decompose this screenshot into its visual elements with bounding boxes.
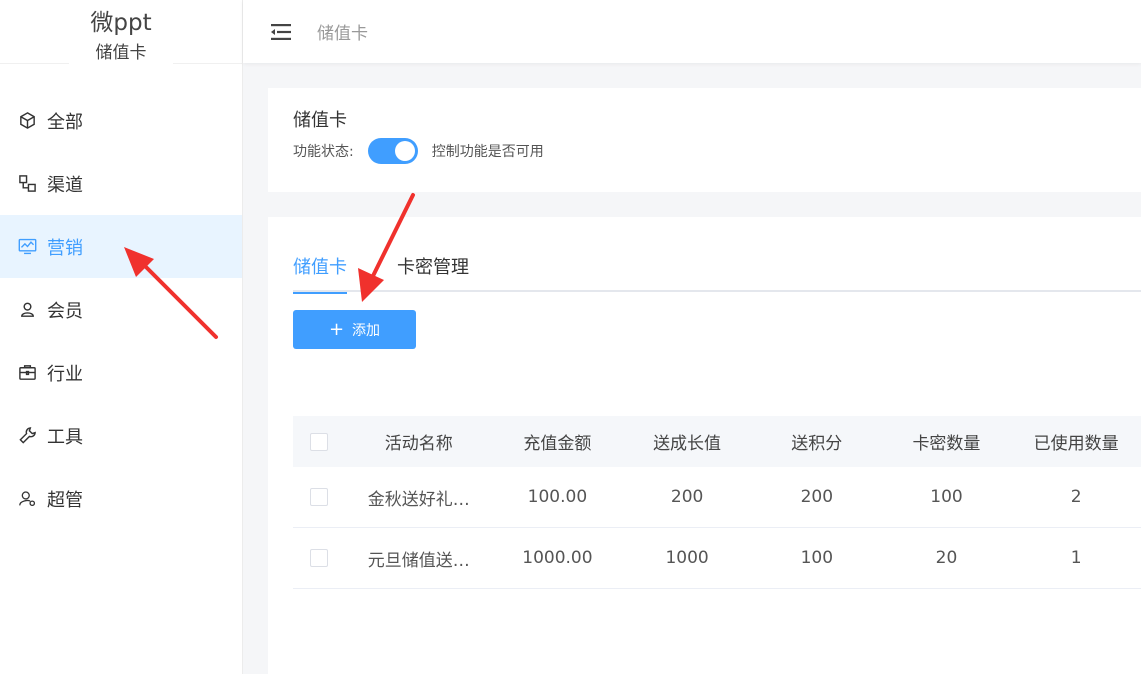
sidebar: 微ppt 储值卡 全部 渠道 营销 会员 行业 工具 超管 [0,0,243,674]
main-card: 储值卡 卡密管理 + 添加 活动名称 充值金额 送成长值 送积分 卡密数量 已使… [268,217,1141,674]
plus-icon: + [328,318,345,340]
sidebar-item-channel[interactable]: 渠道 [0,152,242,215]
status-label: 功能状态: [293,144,354,160]
column-header: 活动名称 [384,434,453,454]
sidebar-item-tools[interactable]: 工具 [0,404,242,467]
menu-fold-icon[interactable] [270,21,292,43]
table-cell: 1000.00 [522,548,593,568]
table-cell: 1000 [665,548,709,568]
feature-title: 储值卡 [293,110,347,131]
cards-table: 活动名称 充值金额 送成长值 送积分 卡密数量 已使用数量 金秋送好礼… 100… [293,416,1141,589]
sidebar-item-label: 渠道 [47,174,83,196]
admin-user-icon [17,489,37,509]
app-name: 微ppt [90,10,152,36]
table-cell: 100 [800,548,834,568]
brand: 微ppt 储值卡 [0,0,242,64]
sidebar-item-superadmin[interactable]: 超管 [0,467,242,530]
top-bar: 储值卡 [243,0,1141,63]
sidebar-item-industry[interactable]: 行业 [0,341,242,404]
tab-stored-value-card[interactable]: 储值卡 [293,254,347,294]
status-hint: 控制功能是否可用 [431,144,544,160]
user-icon [17,300,37,320]
sidebar-nav: 全部 渠道 营销 会员 行业 工具 超管 [0,64,242,530]
app-subtitle: 储值卡 [69,42,173,64]
table-cell: 1 [1070,548,1082,568]
briefcase-icon [17,363,37,383]
table-cell: 金秋送好礼… [367,489,470,510]
channel-icon [17,174,37,194]
column-header: 送成长值 [653,434,722,454]
table-cell: 200 [670,487,704,507]
feature-status-toggle[interactable] [367,138,418,164]
feature-card: 储值卡 功能状态: 控制功能是否可用 [268,88,1141,192]
table-cell: 20 [935,548,958,568]
feature-status-row: 功能状态: 控制功能是否可用 [293,138,544,164]
table-row[interactable]: 金秋送好礼… 100.00 200 200 100 2 [293,467,1141,528]
column-header: 卡密数量 [912,434,981,454]
column-header: 送积分 [791,434,843,454]
sidebar-item-member[interactable]: 会员 [0,278,242,341]
table-header: 活动名称 充值金额 送成长值 送积分 卡密数量 已使用数量 [293,416,1141,467]
table-cell: 100.00 [527,487,588,507]
row-checkbox[interactable] [309,488,328,506]
sidebar-item-label: 营销 [47,237,83,259]
chart-monitor-icon [17,237,37,257]
sidebar-item-label: 全部 [47,111,83,133]
wrench-icon [17,426,37,446]
table-cell: 2 [1070,487,1082,507]
sidebar-item-label: 超管 [47,489,83,511]
table-cell: 100 [930,487,963,507]
tab-card-key-management[interactable]: 卡密管理 [397,254,469,292]
table-cell: 200 [800,487,834,507]
column-header: 充值金额 [523,434,592,454]
header-checkbox-cell [293,432,345,451]
row-checkbox-cell [293,488,345,506]
sidebar-item-label: 工具 [47,426,83,448]
tab-bar: 储值卡 卡密管理 [293,254,1141,294]
sidebar-item-all[interactable]: 全部 [0,89,242,152]
sidebar-item-label: 会员 [47,300,83,322]
add-button[interactable]: + 添加 [293,310,416,349]
breadcrumb[interactable]: 储值卡 [317,19,368,44]
toggle-knob [394,141,415,161]
sidebar-item-label: 行业 [47,363,83,385]
select-all-checkbox[interactable] [309,432,328,451]
cube-icon [17,111,37,131]
column-header: 已使用数量 [1033,434,1119,454]
row-checkbox[interactable] [309,549,328,567]
row-checkbox-cell [293,549,345,567]
table-row[interactable]: 元旦储值送… 1000.00 1000 100 20 1 [293,528,1141,589]
sidebar-item-marketing[interactable]: 营销 [0,215,242,278]
add-button-label: 添加 [352,322,381,339]
table-cell: 元旦储值送… [367,550,470,571]
